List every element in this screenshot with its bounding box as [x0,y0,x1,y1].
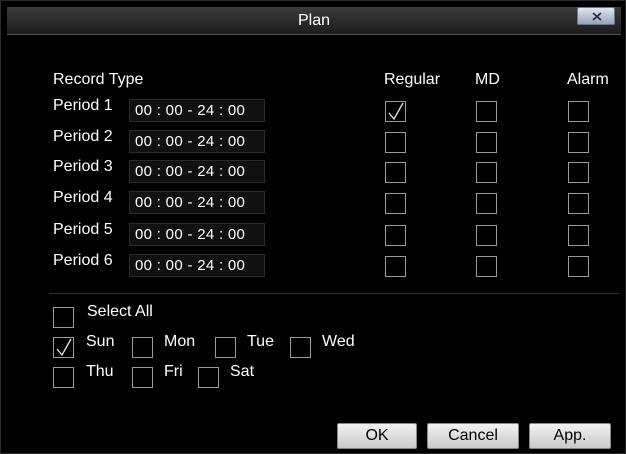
column-md: MD [475,71,500,88]
column-alarm: Alarm [567,71,609,88]
day-mon-label: Mon [164,333,196,350]
period-2-alarm-checkbox[interactable] [568,132,589,153]
record-type-label: Record Type [53,71,144,88]
period-4-alarm-checkbox[interactable] [568,193,589,214]
column-regular: Regular [384,71,441,88]
ok-button[interactable]: OK [337,423,417,449]
period-5-md-checkbox[interactable] [476,225,497,246]
period-2-time-field[interactable]: 00 : 00 - 24 : 00 [129,130,265,153]
period-3-alarm-checkbox[interactable] [568,162,589,183]
period-6-alarm-checkbox[interactable] [568,256,589,277]
period-4-regular-checkbox[interactable] [385,193,406,214]
day-sun-checkbox[interactable] [53,337,74,358]
day-thu-checkbox[interactable] [53,367,74,388]
checkmark-icon [56,338,72,357]
day-tue-label: Tue [247,333,274,350]
period-6-label: Period 6 [53,252,113,269]
period-3-regular-checkbox[interactable] [385,162,406,183]
period-1-md-checkbox[interactable] [476,101,497,122]
period-6-regular-checkbox[interactable] [385,256,406,277]
period-2-md-checkbox[interactable] [476,132,497,153]
dialog-title: Plan [297,12,331,29]
close-icon [592,12,602,21]
period-1-time-field[interactable]: 00 : 00 - 24 : 00 [129,99,265,122]
select-all-label: Select All [87,303,153,320]
checkmark-icon [388,102,404,121]
title-bar: Plan [7,7,621,35]
apply-button[interactable]: App. [529,423,611,449]
period-6-md-checkbox[interactable] [476,256,497,277]
period-5-time-field[interactable]: 00 : 00 - 24 : 00 [129,223,265,246]
period-6-time-field[interactable]: 00 : 00 - 24 : 00 [129,254,265,277]
period-4-md-checkbox[interactable] [476,193,497,214]
day-mon-checkbox[interactable] [132,337,153,358]
day-sat-checkbox[interactable] [198,367,219,388]
day-fri-label: Fri [164,363,183,380]
period-3-label: Period 3 [53,158,113,175]
close-button[interactable] [577,7,615,25]
day-thu-label: Thu [86,363,114,380]
period-2-label: Period 2 [53,128,113,145]
day-tue-checkbox[interactable] [215,337,236,358]
period-5-alarm-checkbox[interactable] [568,225,589,246]
period-1-regular-checkbox[interactable] [385,101,406,122]
period-3-md-checkbox[interactable] [476,162,497,183]
period-4-label: Period 4 [53,189,113,206]
period-1-alarm-checkbox[interactable] [568,101,589,122]
period-4-time-field[interactable]: 00 : 00 - 24 : 00 [129,191,265,214]
period-1-label: Period 1 [53,97,113,114]
plan-dialog: Plan Record Type Regular MD Alarm Period… [0,0,626,454]
period-5-label: Period 5 [53,221,113,238]
divider [49,293,619,294]
day-wed-label: Wed [322,333,355,350]
period-3-time-field[interactable]: 00 : 00 - 24 : 00 [129,160,265,183]
period-5-regular-checkbox[interactable] [385,225,406,246]
period-2-regular-checkbox[interactable] [385,132,406,153]
cancel-button[interactable]: Cancel [427,423,519,449]
day-sun-label: Sun [86,333,115,350]
day-wed-checkbox[interactable] [290,337,311,358]
day-fri-checkbox[interactable] [132,367,153,388]
select-all-checkbox[interactable] [53,307,74,328]
day-sat-label: Sat [230,363,255,380]
